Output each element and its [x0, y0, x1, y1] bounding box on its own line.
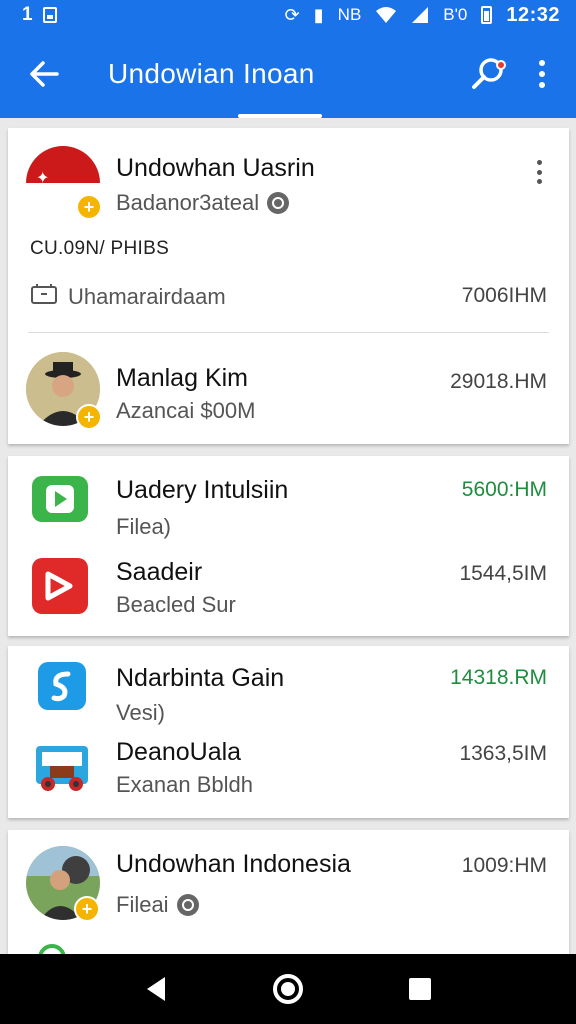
more-dot [539, 60, 545, 66]
account-subtitle: Badanor3ateal [116, 190, 290, 216]
status-number: 1 [22, 4, 33, 25]
bottom-subtitle-text: Fileai [116, 892, 169, 917]
more-dot [539, 71, 545, 77]
account-name: Undowhan Uasrin [116, 154, 315, 182]
globe-icon [267, 192, 290, 214]
system-nav-bar [0, 954, 576, 1024]
back-button[interactable] [14, 44, 74, 104]
add-badge-icon: + [74, 896, 100, 922]
green-play-icon [32, 476, 88, 522]
app-bar: Undowian Inoan [0, 30, 576, 118]
divider [28, 332, 549, 333]
blue-s-icon [38, 662, 86, 710]
person-subtitle: Azancai $00M [116, 398, 256, 423]
app-subtitle: Filea) [116, 514, 172, 539]
globe-icon [176, 894, 199, 916]
apps-card-2: Ndarbinta Gain Vesi) 14318.RM DeanoUala … [8, 646, 569, 818]
app-name: Saadeir [116, 558, 203, 586]
app-subtitle: Vesi) [116, 700, 165, 725]
person-name: Manlag Kim [116, 364, 248, 392]
app-amount: 1544,5IM [459, 562, 547, 585]
sim-icon [42, 7, 57, 23]
account-subtitle-text: Badanor3ateal [116, 190, 260, 215]
app-name: Uadery Intulsiin [116, 476, 289, 504]
more-dot [539, 82, 545, 88]
account-card: ✦ + Undowhan Uasrin Badanor3ateal CU.09N… [8, 128, 569, 444]
add-badge-icon: + [76, 404, 102, 430]
wifi-icon [376, 7, 397, 23]
nav-back-button[interactable] [126, 959, 186, 1019]
app-row[interactable]: DeanoUala Exanan Bbldh 1363,5IM [8, 730, 569, 818]
app-name: DeanoUala [116, 738, 242, 766]
red-play-icon [32, 558, 88, 614]
status-time: 12:32 [506, 3, 560, 26]
nav-recents-button[interactable] [390, 959, 450, 1019]
battery-text: B'0 [443, 5, 468, 24]
app-subtitle: Beacled Sur [116, 592, 236, 617]
notification-dot [496, 60, 506, 70]
sd-card-icon: ▮ [313, 5, 324, 25]
carrier-text: NB [337, 5, 362, 24]
app-subtitle: Exanan Bbldh [116, 772, 253, 797]
bottom-subtitle: Fileai [116, 892, 199, 918]
status-bar: 1 ⟳ ▮ NB B'0 12:32 [0, 0, 576, 30]
bottom-card: + Undowhan Indonesia Fileai 1009:HM [8, 830, 569, 972]
section-label: CU.09N/ PHIBS [30, 238, 170, 259]
search-button[interactable] [460, 46, 516, 102]
bottom-row[interactable]: + Undowhan Indonesia Fileai 1009:HM [8, 830, 569, 934]
status-right: ⟳ ▮ NB B'0 12:32 [285, 4, 560, 27]
signal-icon [412, 7, 429, 23]
page-title: Undowian Inoan [108, 58, 315, 89]
more-options-button[interactable] [516, 46, 568, 102]
bottom-name: Undowhan Indonesia [116, 850, 351, 878]
sync-icon: ⟳ [284, 5, 300, 25]
account-header-row[interactable]: ✦ + Undowhan Uasrin Badanor3ateal [8, 128, 569, 228]
arrow-back-icon [30, 61, 59, 87]
app-amount: 14318.RM [450, 666, 547, 689]
bus-icon [32, 740, 92, 796]
tab-indicator [238, 114, 322, 118]
status-left: 1 [22, 4, 57, 26]
app-row[interactable]: Uadery Intulsiin Filea) 5600:HM [8, 456, 569, 544]
person-row[interactable]: + Manlag Kim Azancai $00M 29018.HM [8, 342, 569, 442]
nav-home-button[interactable] [258, 959, 318, 1019]
wallet-row[interactable]: Uhamarairdaam 7006IHM [8, 276, 569, 316]
bottom-amount: 1009:HM [461, 854, 547, 877]
wallet-icon [31, 284, 57, 304]
app-name: Ndarbinta Gain [116, 664, 285, 692]
person-amount: 29018.HM [450, 370, 547, 393]
circle-home-icon [273, 974, 303, 1004]
apps-card-1: Uadery Intulsiin Filea) 5600:HM Saadeir … [8, 456, 569, 636]
wallet-amount: 7006IHM [461, 284, 547, 307]
triangle-back-icon [147, 977, 165, 1001]
app-row[interactable]: Ndarbinta Gain Vesi) 14318.RM [8, 646, 569, 730]
card-more-button[interactable] [531, 160, 547, 184]
app-amount: 5600:HM [461, 478, 547, 501]
app-amount: 1363,5IM [459, 742, 547, 765]
square-recents-icon [409, 978, 431, 1000]
battery-icon [481, 6, 493, 24]
add-badge-icon: + [76, 194, 102, 220]
app-row[interactable]: Saadeir Beacled Sur 1544,5IM [8, 548, 569, 636]
wallet-label: Uhamarairdaam [68, 284, 226, 309]
